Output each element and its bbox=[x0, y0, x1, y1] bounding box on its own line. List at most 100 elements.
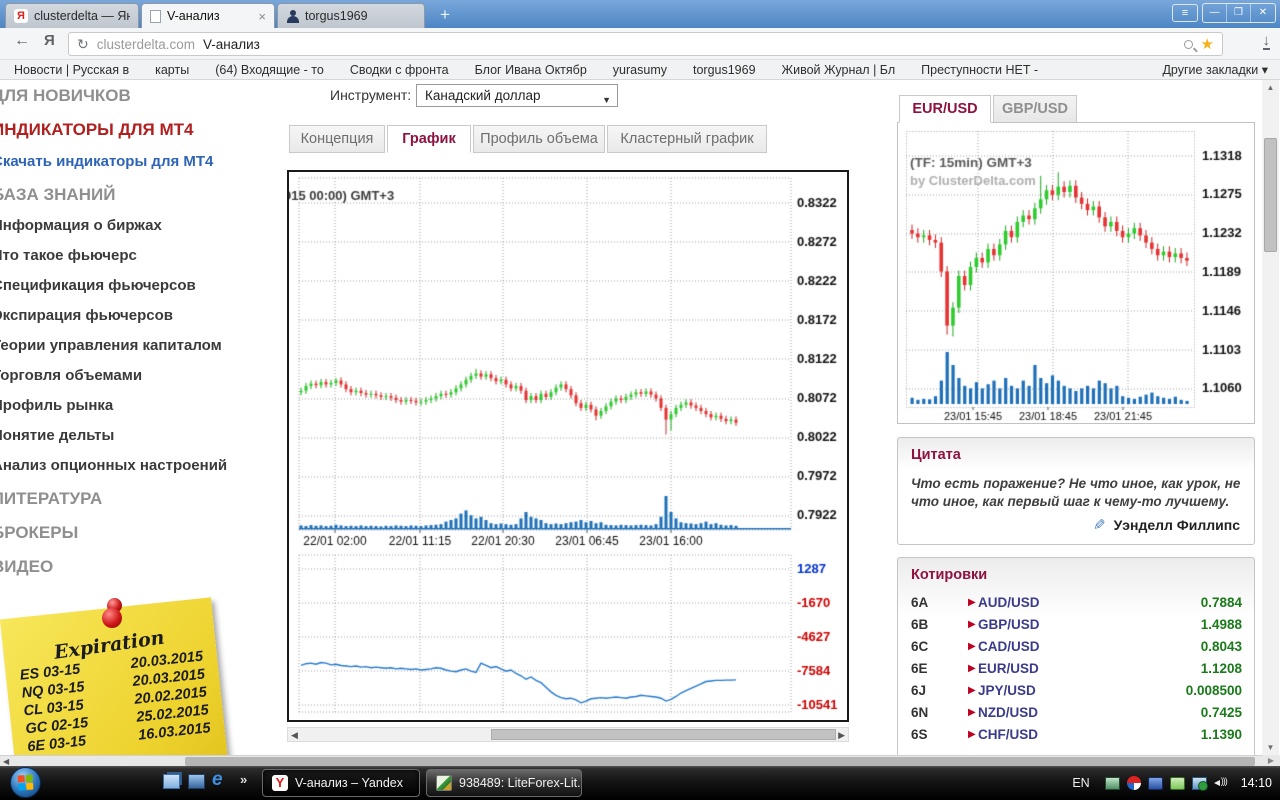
pair-link[interactable]: AUD/USD bbox=[978, 595, 1040, 610]
page-horizontal-scrollbar[interactable]: ◀ bbox=[0, 755, 1262, 766]
url-domain: clusterdelta.com bbox=[97, 37, 195, 52]
tab-title: torgus1969 bbox=[305, 9, 368, 23]
bookmark-item[interactable]: Живой Журнал | Бл bbox=[782, 63, 896, 77]
content-tab-2[interactable]: График bbox=[387, 125, 471, 153]
bookmark-item[interactable]: (64) Входящие - то bbox=[215, 63, 324, 77]
browser-tab-3[interactable]: torgus1969 bbox=[277, 3, 425, 28]
sidebar-item[interactable]: Профиль рынка bbox=[0, 395, 282, 417]
quick-launch-windows-icon[interactable] bbox=[163, 774, 180, 789]
downloads-icon[interactable]: ↓ bbox=[1263, 34, 1271, 50]
instrument-select[interactable]: Канадский доллар ▼ bbox=[416, 84, 618, 107]
address-bar[interactable]: ↻ clusterdelta.com V-анализ ★ bbox=[68, 32, 1223, 56]
bookmarks-bar: Новости | Русская в карты (64) Входящие - … bbox=[0, 60, 1280, 80]
bookmark-item[interactable]: Новости | Русская в bbox=[14, 63, 129, 77]
other-bookmarks-button[interactable]: Другие закладки ▾ bbox=[1162, 62, 1268, 77]
scroll-left-icon[interactable]: ◀ bbox=[291, 729, 298, 741]
sidebar-item[interactable]: Анализ опционных настроений bbox=[0, 455, 282, 477]
tab-eurusd[interactable]: EUR/USD bbox=[899, 95, 991, 123]
bookmark-star-icon[interactable]: ★ bbox=[1201, 35, 1214, 53]
yandex-icon: Y bbox=[272, 775, 288, 791]
sidebar-item[interactable]: Понятие дельты bbox=[0, 425, 282, 447]
person-favicon bbox=[286, 10, 299, 23]
bookmark-item[interactable]: Сводки с фронта bbox=[350, 63, 449, 77]
instrument-code: 6J bbox=[911, 683, 926, 698]
pair-link[interactable]: CHF/USD bbox=[978, 727, 1038, 742]
sidebar-item[interactable]: Информация о биржах bbox=[0, 215, 282, 237]
taskbar-button-yandex[interactable]: Y V-анализ – Yandex bbox=[262, 769, 420, 797]
close-icon[interactable]: × bbox=[258, 9, 266, 24]
tray-network-icon[interactable] bbox=[1192, 777, 1207, 790]
maximize-button[interactable]: ❐ bbox=[1227, 4, 1251, 22]
scroll-right-icon[interactable]: ▶ bbox=[838, 729, 845, 741]
sidebar-item: БАЗА ЗНАНИЙ bbox=[0, 183, 282, 207]
show-desktop-icon[interactable] bbox=[188, 774, 205, 789]
pair-value: 1.1208 bbox=[1201, 661, 1242, 676]
cad-chart-canvas[interactable] bbox=[289, 172, 847, 720]
sidebar-item[interactable]: Спецификация фьючерсов bbox=[0, 275, 282, 297]
sidebar-item: ЛИТЕРАТУРА bbox=[0, 487, 282, 511]
pair-value: 1.4988 bbox=[1201, 617, 1242, 632]
minimize-button[interactable]: — bbox=[1203, 4, 1227, 22]
scrollbar-thumb[interactable] bbox=[491, 729, 836, 740]
sidebar-item[interactable]: Экспирация фьючерсов bbox=[0, 305, 282, 327]
pair-link[interactable]: GBP/USD bbox=[978, 617, 1040, 632]
bookmark-item[interactable]: torgus1969 bbox=[693, 63, 756, 77]
bookmark-item[interactable]: карты bbox=[155, 63, 189, 77]
right-arrow-icon: ▶ bbox=[968, 597, 976, 608]
tray-app-icon[interactable] bbox=[1148, 777, 1163, 790]
pair-link[interactable]: NZD/USD bbox=[978, 705, 1038, 720]
sidebar-item[interactable]: Что такое фьючерс bbox=[0, 245, 282, 267]
pair-link[interactable]: EUR/USD bbox=[978, 661, 1039, 676]
liteforex-icon bbox=[436, 775, 452, 791]
back-icon[interactable]: ← bbox=[14, 32, 30, 50]
tab-title: clusterdelta — Яндекс bbox=[34, 9, 130, 23]
scrollbar-thumb[interactable] bbox=[185, 757, 1255, 766]
tray-antivirus-icon[interactable] bbox=[1127, 776, 1141, 790]
quote-row: 6B▶GBP/USD1.4988 bbox=[898, 617, 1254, 639]
scroll-down-icon[interactable]: ▼ bbox=[1262, 740, 1279, 756]
browser-window: Я clusterdelta — Яндекс V-анализ × torgu… bbox=[0, 0, 1280, 800]
sidebar-menu: ДЛЯ НОВИЧКОВИНДИКАТОРЫ ДЛЯ МТ4Скачать ин… bbox=[0, 82, 282, 579]
reload-icon[interactable]: ↻ bbox=[77, 36, 89, 53]
pair-link[interactable]: JPY/USD bbox=[978, 683, 1036, 698]
content-tab-3[interactable]: Профиль объема bbox=[473, 125, 605, 153]
start-button[interactable] bbox=[10, 767, 41, 798]
page-vertical-scrollbar[interactable]: ▲ ▼ bbox=[1262, 80, 1279, 756]
language-indicator[interactable]: EN bbox=[1072, 776, 1089, 790]
internet-explorer-icon[interactable]: e bbox=[212, 772, 229, 787]
browser-tab-bar: Я clusterdelta — Яндекс V-анализ × torgu… bbox=[0, 0, 1280, 28]
scroll-up-icon[interactable]: ▲ bbox=[1262, 80, 1279, 96]
yandex-home-icon[interactable]: Я bbox=[44, 32, 55, 49]
taskbar-button-liteforex[interactable]: 938489: LiteForex-Lit... bbox=[426, 769, 582, 797]
menu-icon[interactable]: ≡ bbox=[1172, 4, 1198, 22]
yandex-favicon: Я bbox=[14, 9, 28, 23]
pair-link[interactable]: CAD/USD bbox=[978, 639, 1040, 654]
eurusd-chart-canvas[interactable] bbox=[898, 123, 1254, 423]
quote-author: Уэнделл Филлипс bbox=[1114, 517, 1240, 533]
sidebar-item[interactable]: Скачать индикаторы для МТ4 bbox=[0, 151, 282, 173]
content-tab-4[interactable]: Кластерный график bbox=[607, 125, 767, 153]
sidebar-item[interactable]: Теории управления капиталом bbox=[0, 335, 282, 357]
search-icon[interactable] bbox=[1184, 40, 1193, 49]
quote-row: 6E▶EUR/USD1.1208 bbox=[898, 661, 1254, 683]
tray-volume-icon[interactable] bbox=[1214, 776, 1230, 790]
pair-value: 1.1390 bbox=[1201, 727, 1242, 742]
bookmark-item[interactable]: Блог Ивана Октябр bbox=[475, 63, 587, 77]
chevron-right-icon[interactable]: » bbox=[240, 772, 247, 787]
content-tab-1[interactable]: Концепция bbox=[289, 125, 385, 153]
right-arrow-icon: ▶ bbox=[968, 663, 976, 674]
bookmark-item[interactable]: Преступности НЕТ - bbox=[921, 63, 1038, 77]
chart-horizontal-scrollbar[interactable]: ◀ ▶ bbox=[287, 727, 849, 742]
browser-tab-1[interactable]: Я clusterdelta — Яндекс bbox=[5, 3, 139, 28]
sidebar-item[interactable]: Торговля объемами bbox=[0, 365, 282, 387]
bookmark-item[interactable]: yurasumy bbox=[613, 63, 667, 77]
right-arrow-icon: ▶ bbox=[968, 685, 976, 696]
new-tab-button[interactable]: + bbox=[432, 4, 458, 26]
tray-power-icon[interactable] bbox=[1170, 777, 1185, 790]
tray-monitor-icon[interactable] bbox=[1105, 777, 1120, 790]
scrollbar-thumb[interactable] bbox=[1264, 138, 1277, 252]
pushpin-icon bbox=[99, 598, 125, 628]
close-window-button[interactable]: ✕ bbox=[1251, 4, 1275, 22]
browser-tab-2-active[interactable]: V-анализ × bbox=[141, 3, 275, 28]
tab-gbpusd[interactable]: GBP/USD bbox=[993, 95, 1077, 123]
